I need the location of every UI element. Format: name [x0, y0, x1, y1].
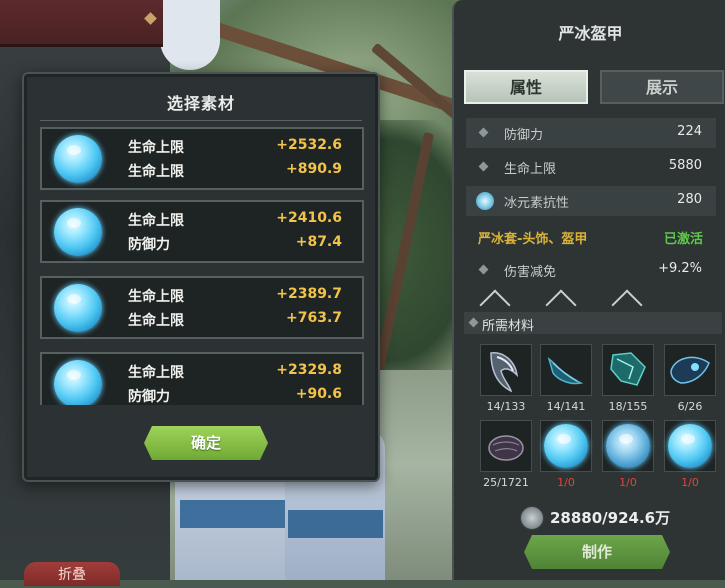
top-left-banner — [0, 0, 163, 47]
stat-name: 生命上限 — [128, 213, 184, 229]
stat-name: 生命上限 — [128, 365, 184, 381]
dark-fang-icon — [547, 357, 584, 385]
attribute-value: 280 — [677, 192, 702, 207]
character-boot-cuff — [288, 510, 383, 538]
material-slot-ice-essence[interactable] — [602, 420, 654, 472]
character-boot-cuff — [180, 500, 285, 528]
stat-name: 防御力 — [128, 389, 170, 405]
material-count: 6/26 — [677, 400, 703, 413]
material-slot-ice-beast[interactable] — [664, 344, 716, 396]
ice-essence-icon — [54, 135, 102, 183]
stat-value: +2410.6 — [276, 210, 342, 226]
ice-essence-icon — [606, 424, 650, 468]
stat-value: +2329.8 — [276, 362, 342, 378]
diamond-bullet-icon — [478, 127, 489, 138]
ice-essence-icon — [54, 360, 102, 405]
divider — [40, 120, 362, 121]
material-count: 14/141 — [546, 400, 586, 413]
attribute-row: 防御力 224 — [466, 118, 716, 148]
chevron-up-icon — [610, 292, 650, 306]
diamond-bullet-icon — [478, 264, 489, 275]
attribute-value: +9.2% — [658, 261, 702, 276]
attribute-value: 224 — [677, 124, 702, 139]
attribute-row: 伤害减免 +9.2% — [466, 255, 716, 285]
ice-essence-icon — [544, 424, 588, 468]
material-slot-dark-ore[interactable] — [480, 420, 532, 472]
material-slot-ice-essence[interactable] — [664, 420, 716, 472]
material-count: 1/0 — [557, 476, 575, 489]
stat-name: 防御力 — [128, 237, 170, 253]
fold-button[interactable]: 折叠 — [24, 562, 120, 586]
set-bonus-name: 严冰套-头饰、盔甲 — [478, 232, 588, 247]
attribute-name: 生命上限 — [504, 162, 557, 177]
attribute-row: 冰元素抗性 280 — [466, 186, 716, 216]
stat-name: 生命上限 — [128, 140, 184, 156]
stat-value: +87.4 — [295, 234, 342, 250]
ice-essence-icon — [668, 424, 712, 468]
craft-button[interactable]: 制作 — [524, 535, 670, 569]
ice-essence-icon — [54, 284, 102, 332]
attribute-row: 生命上限 5880 — [466, 152, 716, 182]
tab-attributes[interactable]: 属性 — [464, 70, 588, 104]
material-count: 1/0 — [619, 476, 637, 489]
ice-element-icon — [476, 192, 494, 210]
dialog-title: 选择素材 — [166, 94, 235, 113]
confirm-button[interactable]: 确定 — [144, 426, 268, 460]
chevron-up-icon — [478, 292, 518, 306]
crafting-cost: 28880/924.6万 — [550, 509, 671, 527]
material-count: 1/0 — [681, 476, 699, 489]
ice-essence-icon — [54, 208, 102, 256]
ice-beast-icon — [670, 356, 710, 384]
stat-value: +2389.7 — [276, 286, 342, 302]
currency-coin-icon — [520, 506, 544, 530]
dark-ore-icon — [488, 435, 524, 461]
stat-name: 生命上限 — [128, 289, 184, 305]
material-card[interactable]: 生命上限 +2532.6 生命上限 +890.9 — [40, 127, 364, 190]
material-slot-dark-claw[interactable] — [480, 344, 532, 396]
tab-display[interactable]: 展示 — [600, 70, 724, 104]
diamond-bullet-icon — [478, 161, 489, 172]
equipment-panel: 严冰盔甲 属性 展示 防御力 224 生命上限 5880 冰元素抗性 280 严… — [452, 0, 725, 580]
stat-value: +90.6 — [295, 386, 342, 402]
teal-crystal-icon — [610, 352, 646, 386]
material-select-dialog: 选择素材 生命上限 +2532.6 生命上限 +890.9 生命上限 +2410… — [22, 72, 380, 482]
material-card[interactable]: 生命上限 +2410.6 防御力 +87.4 — [40, 200, 364, 263]
required-materials-label: 所需材料 — [482, 319, 535, 334]
character-hair — [160, 0, 220, 70]
material-count: 25/1721 — [483, 476, 529, 489]
diamond-bullet-icon — [468, 317, 479, 328]
stat-name: 生命上限 — [128, 164, 184, 180]
material-count: 18/155 — [608, 400, 648, 413]
material-count: 14/133 — [486, 400, 526, 413]
required-materials-header: 所需材料 — [464, 312, 722, 334]
material-card[interactable]: 生命上限 +2329.8 防御力 +90.6 — [40, 352, 364, 405]
material-slot-ice-essence[interactable] — [540, 420, 592, 472]
stat-value: +2532.6 — [276, 137, 342, 153]
material-list[interactable]: 生命上限 +2532.6 生命上限 +890.9 生命上限 +2410.6 防御… — [40, 127, 364, 405]
expand-chevrons[interactable] — [478, 288, 708, 310]
diamond-ornament-icon — [144, 12, 157, 25]
attribute-value: 5880 — [668, 158, 702, 173]
stat-value: +890.9 — [285, 161, 342, 177]
dark-claw-icon — [490, 352, 519, 393]
stat-value: +763.7 — [285, 310, 342, 326]
attribute-name: 伤害减免 — [504, 265, 557, 280]
stat-name: 生命上限 — [128, 313, 184, 329]
set-bonus-status: 已激活 — [663, 232, 703, 247]
chevron-up-icon — [544, 292, 584, 306]
material-slot-dark-fang[interactable] — [540, 344, 592, 396]
material-card[interactable]: 生命上限 +2389.7 生命上限 +763.7 — [40, 276, 364, 339]
material-slot-teal-crystal[interactable] — [602, 344, 654, 396]
attribute-name: 防御力 — [504, 128, 544, 143]
equipment-title: 严冰盔甲 — [558, 24, 623, 43]
attribute-name: 冰元素抗性 — [504, 196, 570, 211]
